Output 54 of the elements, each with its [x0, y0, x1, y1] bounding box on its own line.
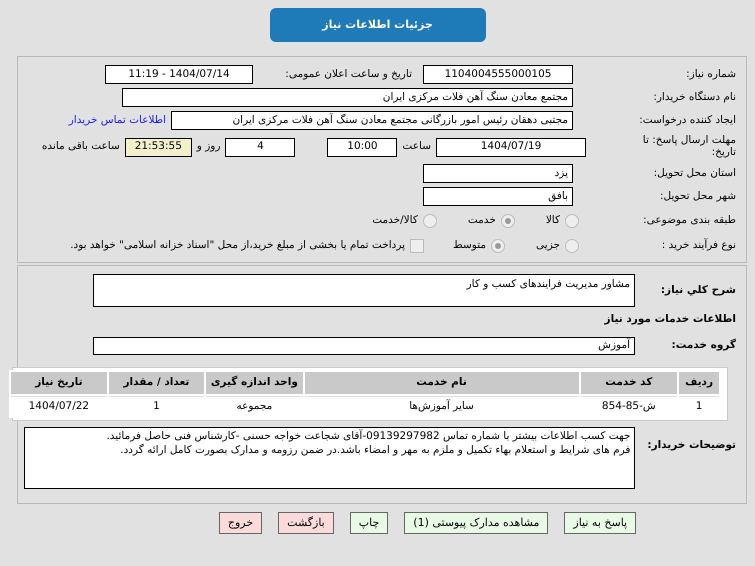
text-field[interactable]: 1104004555000105 — [423, 65, 573, 84]
text-area[interactable]: مشاور مدیریت فرایندهای کسب و کار — [93, 274, 635, 307]
column-header: تعداد / مقدار — [108, 372, 204, 394]
field-label: شرح کلي نياز: — [660, 282, 736, 298]
field-label: نوع فرآیند خرید : — [660, 238, 736, 253]
field-label: شهر محل تحویل: — [659, 188, 736, 204]
text-field[interactable]: 1404/07/19 — [436, 138, 586, 156]
field-label: روز و — [196, 139, 220, 154]
field-label: ساعت باقی مانده — [42, 139, 120, 154]
field-label: تاریخ و ساعت اعلان عمومی: — [284, 66, 413, 82]
column-header: تاریخ نیاز — [11, 372, 107, 394]
radio-button[interactable] — [565, 214, 579, 228]
field-label: گروه خدمت: — [670, 338, 736, 354]
contact-link[interactable]: اطلاعات تماس خریدار — [68, 112, 166, 128]
text-field[interactable]: 10:00 — [327, 138, 398, 156]
column-header: کد خدمت — [580, 372, 678, 394]
radio-label: کالا/خدمت — [372, 212, 418, 228]
radio-label: خدمت — [468, 212, 496, 228]
checkbox-label: پرداخت تمام یا بخشی از مبلغ خرید،از محل "اسناد خزانه اسلامی" خواهد بود. — [70, 238, 406, 253]
field-label: شماره نیاز: — [685, 66, 736, 82]
action-button[interactable]: مشاهده مدارک پیوستی (1) — [404, 512, 548, 534]
checkbox[interactable] — [410, 238, 424, 252]
radio-button[interactable] — [491, 238, 506, 252]
radio-button[interactable] — [500, 214, 515, 228]
action-button[interactable]: بازگشت — [278, 512, 334, 534]
text-field[interactable]: بافق — [423, 187, 573, 206]
radio-label: کالا — [546, 212, 560, 228]
radio-label: جزیی — [536, 238, 560, 253]
column-header: واحد اندازه گیری — [206, 372, 303, 394]
text-field[interactable]: مجتبی دهقان رئیس امور بازرگانی مجتمع معادن سنگ آهن فلات مرکزی ایران — [171, 111, 573, 130]
page-title: جزئیات اطلاعات نیاز — [270, 8, 486, 42]
section-title: اطلاعات خدمات مورد نیاز — [604, 312, 736, 328]
action-button[interactable]: پاسخ به نیاز — [564, 512, 636, 534]
text-field[interactable]: 21:53:55 — [124, 138, 192, 156]
action-button[interactable]: چاپ — [350, 512, 388, 534]
field-label: ساعت — [402, 139, 431, 154]
field-label: طبقه بندی موضوعی: — [642, 212, 736, 228]
text-field[interactable]: 4 — [225, 138, 296, 156]
field-label: مهلت ارسال پاسخ: تا تاریخ: — [642, 135, 736, 159]
radio-button[interactable] — [422, 214, 437, 228]
text-field[interactable]: 1404/07/14 - 11:19 — [105, 65, 253, 84]
text-area[interactable]: آموزش — [93, 337, 635, 355]
field-label: نام دستگاه خریدار: — [652, 90, 736, 105]
text-field[interactable]: یزد — [423, 164, 573, 183]
text-area[interactable]: جهت کسب اطلاعات بیشتر با شماره تماس 09139297982-آقای شجاعت خواجه حسنی -کارشناس فنی حاصل فرمائید. فرم های شرایط و استعلام بهاء تکمیل و ملزم به مهر و امضاء باشد.در ضمن رزومه و مدارک بصورت کامل ارائه گردد. — [24, 427, 636, 489]
field-label: ایجاد کننده درخواست: — [638, 112, 736, 128]
field-label: استان محل تحویل: — [652, 166, 736, 181]
radio-label: متوسط — [453, 238, 486, 253]
radio-button[interactable] — [565, 238, 579, 252]
text-field[interactable]: مجتمع معادن سنگ آهن فلات مرکزی ایران — [122, 88, 573, 107]
column-header: نام خدمت — [304, 372, 578, 394]
field-label: توضیحات خریدار: — [646, 439, 736, 452]
action-button[interactable]: خروج — [218, 512, 262, 534]
column-header: ردیف — [679, 372, 719, 394]
